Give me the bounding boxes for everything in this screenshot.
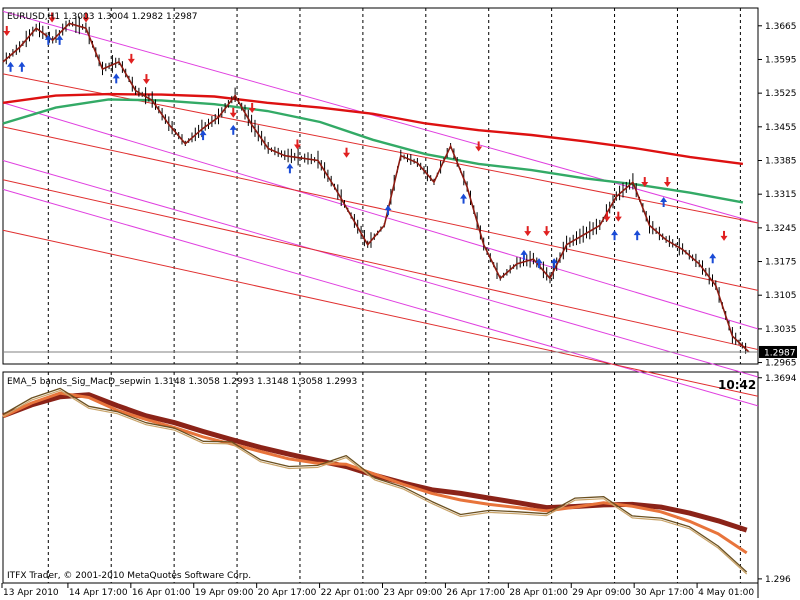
x-label-11: 4 May 01:00 <box>698 588 754 598</box>
y-label-7: 1.3175 <box>765 258 797 268</box>
ind-y-label-1: 1.296 <box>765 575 791 585</box>
y-label-8: 1.3105 <box>765 291 797 301</box>
x-label-7: 26 Apr 17:00 <box>446 588 505 598</box>
ind-y-label-0: 1.3694 <box>765 374 797 384</box>
x-label-0: 13 Apr 2010 <box>3 588 59 598</box>
y-label-2: 1.3525 <box>765 89 797 99</box>
x-axis-labels: 13 Apr 2010 14 Apr 17:00 16 Apr 01:00 19 Ap… <box>1 583 754 598</box>
x-label-4: 20 Apr 17:00 <box>258 588 317 598</box>
y-label-4: 1.3385 <box>765 157 797 167</box>
y-label-9: 1.3035 <box>765 325 797 335</box>
clock-label: 10:42 <box>718 378 756 392</box>
x-label-2: 16 Apr 01:00 <box>132 588 191 598</box>
x-label-5: 22 Apr 01:00 <box>321 588 380 598</box>
x-label-9: 29 Apr 09:00 <box>572 588 631 598</box>
current-price-label: 1.2987 <box>764 348 796 358</box>
y-label-5: 1.3315 <box>765 190 797 200</box>
copyright-footer: ITFX Trader, © 2001-2010 MetaQuotes Soft… <box>7 571 251 581</box>
main-chart-title: EURUSD,H1 1.3003 1.3004 1.2982 1.2987 <box>7 12 198 22</box>
x-label-8: 28 Apr 01:00 <box>509 588 568 598</box>
indicator-title: EMA_5 bands_Sig_MacD_sepwin 1.3148 1.305… <box>7 377 357 387</box>
y-label-6: 1.3245 <box>765 224 797 234</box>
mt4-chart-window: 1.3665 1.3595 1.3525 1.3455 1.3385 1.3315 1.32… <box>1 7 797 598</box>
x-label-1: 14 Apr 17:00 <box>69 588 128 598</box>
x-label-6: 23 Apr 09:00 <box>384 588 443 598</box>
y-label-1: 1.3595 <box>765 55 797 65</box>
y-axis-ticks: 1.3665 1.3595 1.3525 1.3455 1.3385 1.3315 1.32… <box>758 22 797 585</box>
x-label-10: 30 Apr 17:00 <box>635 588 694 598</box>
x-label-3: 19 Apr 09:00 <box>195 588 254 598</box>
y-label-3: 1.3455 <box>765 123 797 133</box>
y-label-10: 1.2965 <box>765 359 797 369</box>
y-label-0: 1.3665 <box>765 22 797 32</box>
